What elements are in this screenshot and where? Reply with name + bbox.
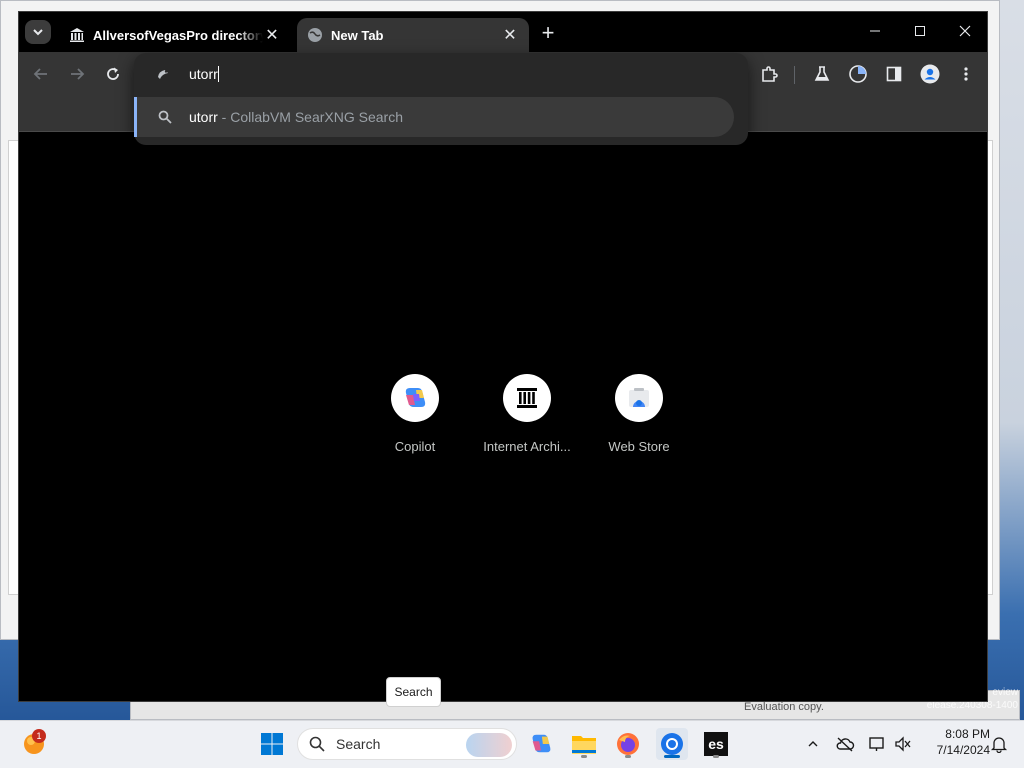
taskbar-search[interactable]: Search xyxy=(297,728,517,760)
omnibox-popup: utorr utorr - CollabVM SearXNG Search xyxy=(134,53,748,145)
gauge-icon xyxy=(849,65,867,83)
shortcut-label: Copilot xyxy=(394,439,436,454)
windows-icon xyxy=(261,733,283,755)
minimize-button[interactable] xyxy=(855,18,895,44)
suggestion-query: utorr xyxy=(189,109,218,125)
toolbar-divider xyxy=(794,66,795,84)
search-icon xyxy=(308,735,326,753)
side-panel-icon xyxy=(886,66,902,82)
speaker-muted-icon xyxy=(895,736,911,752)
forward-button[interactable] xyxy=(65,62,89,86)
institution-icon xyxy=(69,27,85,43)
running-indicator xyxy=(625,755,631,758)
omnibox-input-text: utorr xyxy=(189,66,218,82)
everything-search-icon: es xyxy=(704,732,728,756)
clock-time: 8:08 PM xyxy=(945,727,990,741)
tab-new-tab[interactable]: New Tab ✕ xyxy=(297,18,529,52)
clock-date: 7/14/2024 xyxy=(936,743,990,757)
browser-window: AllversofVegasPro directory lis ✕ New Ta… xyxy=(18,11,988,702)
folder-icon xyxy=(572,736,596,754)
maximize-button[interactable] xyxy=(900,18,940,44)
taskbar-clock[interactable]: 8:08 PM 7/14/2024 xyxy=(916,726,990,758)
arrow-right-icon xyxy=(71,68,85,80)
suggestion-text: utorr - CollabVM SearXNG Search xyxy=(189,109,403,125)
performance-button[interactable] xyxy=(846,62,870,86)
taskbar-chrome[interactable] xyxy=(656,728,688,760)
taskbar-file-explorer[interactable] xyxy=(568,728,600,760)
labs-button[interactable] xyxy=(810,62,834,86)
running-indicator xyxy=(581,755,587,758)
shortcut-label: Internet Archi... xyxy=(483,439,571,454)
side-panel-button[interactable] xyxy=(882,62,906,86)
volume-button[interactable] xyxy=(892,724,914,764)
profile-button[interactable] xyxy=(918,62,942,86)
tab-strip: AllversofVegasPro directory lis ✕ New Ta… xyxy=(19,12,987,52)
svg-text:es: es xyxy=(708,736,724,752)
searxng-icon xyxy=(154,66,172,84)
close-icon[interactable]: ✕ xyxy=(263,26,281,44)
close-window-button[interactable] xyxy=(945,18,985,44)
network-button[interactable] xyxy=(866,724,888,764)
reload-button[interactable] xyxy=(101,62,125,86)
omnibox-input-row[interactable]: utorr xyxy=(134,53,748,97)
puzzle-icon xyxy=(762,66,778,82)
network-icon xyxy=(869,737,884,751)
running-indicator xyxy=(664,755,680,758)
search-icon xyxy=(157,109,173,125)
copilot-icon xyxy=(391,374,439,422)
new-tab-button[interactable]: + xyxy=(536,20,560,45)
menu-button[interactable] xyxy=(954,62,978,86)
chevron-up-icon xyxy=(808,741,818,747)
taskbar-everything[interactable]: es xyxy=(700,728,732,760)
tab-title: New Tab xyxy=(331,27,384,43)
close-icon[interactable]: ✕ xyxy=(501,26,519,44)
chevron-down-icon xyxy=(33,29,43,36)
tab-allversofvegaspro[interactable]: AllversofVegasPro directory lis ✕ xyxy=(59,18,291,52)
ntp-shortcuts: Copilot Internet Archi... Web Store xyxy=(359,374,679,464)
extensions-button[interactable] xyxy=(757,62,781,86)
webstore-icon xyxy=(615,374,663,422)
shortcut-copilot[interactable]: Copilot xyxy=(359,374,471,464)
reload-icon xyxy=(107,67,119,80)
show-hidden-icons-button[interactable] xyxy=(804,724,822,764)
suggestion-separator: - xyxy=(217,109,231,125)
firefox-icon xyxy=(617,733,639,755)
taskbar-copilot[interactable] xyxy=(525,728,557,760)
omnibox-input[interactable]: utorr xyxy=(189,66,219,82)
maximize-icon xyxy=(915,26,925,36)
evaluation-copy-text: Evaluation copy. xyxy=(744,701,824,713)
suggestion-engine: CollabVM SearXNG Search xyxy=(230,109,403,125)
onedrive-button[interactable] xyxy=(834,724,856,764)
tab-search-button[interactable] xyxy=(25,20,51,44)
taskbar-search-placeholder: Search xyxy=(336,736,381,752)
back-button[interactable] xyxy=(29,62,53,86)
cloud-off-icon xyxy=(836,737,855,752)
close-icon xyxy=(959,25,971,37)
copilot-icon xyxy=(532,734,551,753)
arrow-left-icon xyxy=(33,68,47,80)
shortcut-label: Web Store xyxy=(608,439,670,454)
running-indicator xyxy=(713,755,719,758)
notification-bell-icon xyxy=(990,737,1008,753)
notification-badge: 1 xyxy=(32,729,46,743)
text-caret xyxy=(217,66,219,82)
notifications-button[interactable] xyxy=(988,724,1010,764)
flask-icon xyxy=(814,66,830,81)
minimize-icon xyxy=(870,30,880,32)
search-tooltip: Search xyxy=(386,677,441,707)
search-highlight-image xyxy=(466,733,512,757)
globe-icon xyxy=(307,27,323,43)
shortcut-internet-archive[interactable]: Internet Archi... xyxy=(471,374,583,464)
tab-title: AllversofVegasPro directory lis xyxy=(93,27,263,43)
kebab-menu-icon xyxy=(964,67,968,81)
omnibox-suggestion[interactable]: utorr - CollabVM SearXNG Search xyxy=(134,97,734,137)
chrome-icon xyxy=(661,733,683,755)
profile-icon xyxy=(920,64,940,84)
start-button[interactable] xyxy=(256,728,288,760)
institution-icon xyxy=(503,374,551,422)
taskbar-firefox[interactable] xyxy=(612,728,644,760)
shortcut-web-store[interactable]: Web Store xyxy=(583,374,695,464)
